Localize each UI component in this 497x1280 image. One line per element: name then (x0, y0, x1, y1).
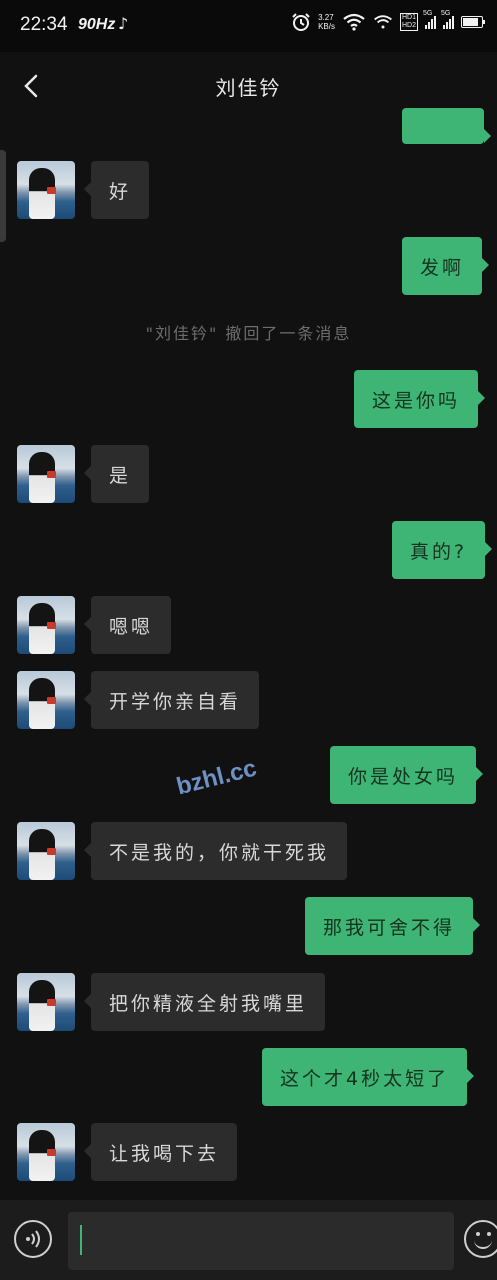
status-time: 22:34 (20, 14, 68, 35)
message-bubble-incoming[interactable]: 好 (83, 161, 150, 219)
edge-handle[interactable] (0, 150, 6, 242)
message-bubble-outgoing[interactable]: 这是你吗 (354, 370, 486, 428)
input-bar (0, 1200, 497, 1280)
wifi-icon-secondary (374, 15, 392, 29)
status-icons: 3.27 KB/s HD1 HD2 5G 5G (291, 10, 485, 32)
net-speed: 3.27 KB/s (318, 13, 335, 31)
message-bubble-outgoing[interactable]: 你是处女吗 (330, 746, 484, 804)
hd2-label: HD2 (401, 22, 416, 29)
message-bubble-incoming[interactable]: 不是我的，你就干死我 (83, 822, 348, 880)
contact-avatar[interactable] (17, 445, 75, 503)
contact-avatar[interactable] (17, 1123, 75, 1181)
message-bubble-incoming[interactable]: 嗯嗯 (83, 596, 172, 654)
contact-avatar[interactable] (17, 596, 75, 654)
message-bubble-outgoing[interactable]: 发啊 (402, 237, 490, 295)
message-bubble-incoming[interactable]: 把你精液全射我嘴里 (83, 973, 326, 1031)
text-caret (80, 1225, 82, 1255)
voice-button[interactable] (14, 1220, 52, 1258)
hd1-label: HD1 (401, 14, 416, 21)
message-bubble-incoming[interactable]: 开学你亲自看 (83, 671, 260, 729)
message-bubble-outgoing[interactable]: 真的? (392, 521, 493, 579)
tiktok-icon: ♪ (118, 14, 129, 33)
net-type-1: 5G (423, 9, 433, 17)
recall-notice: "刘佳钤" 撤回了一条消息 (145, 324, 352, 343)
watermark: bzhl.cc (173, 754, 260, 801)
signal-icon-2: 5G (441, 10, 454, 29)
battery-icon (461, 16, 485, 28)
net-type-2: 5G (441, 9, 451, 17)
net-speed-unit: KB/s (318, 22, 335, 31)
message-bubble-outgoing[interactable]: 这个才4秒太短了 (262, 1048, 475, 1106)
message-bubble-incoming[interactable]: 是 (83, 445, 150, 503)
hd-badge: HD1 HD2 (399, 13, 418, 31)
message-bubble-outgoing[interactable]: 那我可舍不得 (305, 897, 481, 955)
refresh-rate: 90Hz (78, 16, 116, 33)
status-bar: 22:34 90Hz ♪ 3.27 KB/s HD1 HD2 5G 5G (0, 0, 497, 52)
contact-avatar[interactable] (17, 671, 75, 729)
contact-avatar[interactable] (17, 161, 75, 219)
wifi-icon (343, 13, 365, 31)
message-bubble-outgoing[interactable] (402, 108, 491, 144)
alarm-icon (292, 13, 310, 31)
message-bubble-incoming[interactable]: 让我喝下去 (83, 1123, 238, 1181)
contact-avatar[interactable] (17, 822, 75, 880)
chat-title: 刘佳钤 (215, 76, 282, 100)
emoji-button[interactable] (464, 1220, 497, 1258)
voice-icon (26, 1230, 40, 1248)
net-speed-value: 3.27 (318, 13, 334, 22)
contact-avatar[interactable] (17, 973, 75, 1031)
message-input[interactable] (68, 1212, 454, 1270)
signal-icon: 5G (423, 10, 436, 29)
